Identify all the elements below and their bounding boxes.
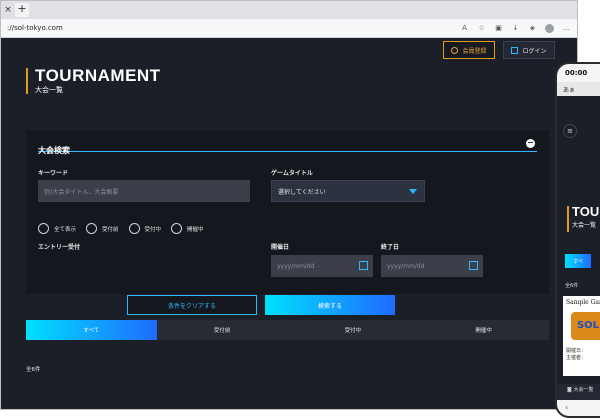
radio-accepting-label: 受付中: [144, 226, 162, 233]
tab-ongoing[interactable]: 開催中: [418, 320, 549, 340]
register-button[interactable]: 会員登録: [443, 41, 495, 59]
phone-url-bar[interactable]: あぁ: [557, 82, 600, 96]
extensions-icon[interactable]: ◈: [528, 24, 537, 33]
tab-accepting[interactable]: 受付中: [288, 320, 419, 340]
end-date-placeholder: yyyy/mm/dd: [387, 262, 425, 270]
phone-browser-nav: ‹: [557, 400, 600, 416]
end-date-label: 終了日: [381, 244, 400, 251]
tournament-logo: SOL: [571, 312, 600, 340]
hamburger-menu-icon[interactable]: ≡: [563, 124, 577, 138]
login-icon: [511, 46, 519, 54]
radio-ongoing-label: 開催中: [187, 226, 204, 233]
phone-tournament-card[interactable]: Sample Gam SOL 開催日： 主催者：: [563, 296, 600, 376]
radio-circle-icon[interactable]: [128, 223, 140, 234]
game-title-select[interactable]: 選択してください: [271, 180, 425, 202]
phone-result-count: 全6件: [565, 283, 579, 289]
read-aloud-icon[interactable]: A: [460, 24, 469, 33]
phone-page-subtitle: 大会一覧: [572, 223, 597, 229]
status-tabs: すべて 受付前 受付中 開催中: [26, 320, 549, 340]
url-text[interactable]: ://sol-tokyo.com: [7, 24, 460, 32]
keyword-input[interactable]: 例)大会タイトル、大会概要: [38, 180, 250, 202]
radio-all[interactable]: 全て表示: [38, 223, 76, 234]
calendar-icon[interactable]: [359, 261, 368, 270]
phone-card-title: Sample Gam: [566, 299, 600, 306]
login-button-label: ログイン: [522, 47, 547, 55]
calendar-icon[interactable]: [469, 261, 478, 270]
start-date-placeholder: yyyy/mm/dd: [277, 262, 315, 270]
register-button-label: 会員登録: [462, 47, 487, 55]
radio-circle-icon[interactable]: [171, 223, 183, 234]
site-content: 会員登録 ログイン TOURNAMENT 大会一覧 大会検索 − キーワード 例…: [1, 38, 577, 409]
search-panel: 大会検索 − キーワード 例)大会タイトル、大会概要 ゲームタイトル 選択してく…: [26, 130, 549, 315]
end-date-input[interactable]: yyyy/mm/dd: [381, 255, 483, 277]
profile-avatar-icon[interactable]: [545, 23, 554, 33]
user-icon: [451, 46, 459, 54]
address-bar: ://sol-tokyo.com A ☆ ▣ ↓ ◈ …: [1, 19, 577, 38]
chevron-down-icon: [409, 189, 417, 194]
phone-status-time: 00:00: [557, 64, 600, 82]
radio-circle-icon[interactable]: [86, 223, 98, 234]
tab-before[interactable]: 受付前: [157, 320, 288, 340]
radio-accepting[interactable]: 受付中: [128, 223, 162, 234]
page-heading: TOURNAMENT 大会一覧: [26, 66, 161, 94]
clear-conditions-button[interactable]: 条件をクリアする: [127, 295, 257, 315]
screenshot-stage: × + ://sol-tokyo.com A ☆ ▣ ↓ ◈ … 会員登録 ログ…: [0, 0, 600, 420]
collections-icon[interactable]: ▣: [494, 24, 503, 33]
more-menu-icon[interactable]: …: [562, 24, 571, 33]
browser-tab-strip: × +: [1, 1, 577, 19]
top-navigation: 会員登録 ログイン: [443, 41, 555, 59]
radio-before[interactable]: 受付前: [86, 223, 119, 234]
back-arrow-icon[interactable]: ‹: [565, 403, 568, 412]
collapse-icon[interactable]: −: [526, 139, 535, 148]
tab-all[interactable]: すべて: [26, 320, 157, 340]
search-button[interactable]: 検索する: [265, 295, 395, 315]
phone-card-meta: 開催日： 主催者：: [566, 348, 586, 362]
phone-card-date-label: 開催日：: [566, 348, 587, 354]
phone-mockup: 00:00 あぁ ≡ TOUR 大会一覧 すべ 全6件 Sample Gam S…: [555, 62, 600, 418]
phone-site-content: ≡ TOUR 大会一覧 すべ 全6件 Sample Gam SOL 開催日： 主…: [557, 96, 600, 384]
result-count: 全6件: [26, 367, 41, 373]
new-tab-button[interactable]: +: [15, 3, 29, 17]
start-date-input[interactable]: yyyy/mm/dd: [271, 255, 373, 277]
favorite-star-icon[interactable]: ☆: [477, 24, 486, 33]
radio-all-label: 全て表示: [54, 226, 77, 233]
phone-bottom-nav: ◙ 大会一覧: [557, 384, 600, 400]
search-panel-header: 大会検索 −: [38, 138, 537, 155]
entry-status-label: エントリー受付: [38, 244, 81, 251]
radio-before-label: 受付前: [102, 226, 119, 233]
search-panel-title: 大会検索: [38, 146, 70, 155]
start-date-label: 開催日: [271, 244, 290, 251]
radio-ongoing[interactable]: 開催中: [171, 223, 204, 234]
tab-close-icon[interactable]: ×: [3, 5, 13, 15]
phone-card-organizer-label: 主催者：: [566, 355, 587, 361]
phone-bottom-label[interactable]: 大会一覧: [573, 387, 593, 393]
page-subtitle: 大会一覧: [35, 86, 63, 94]
keyword-label: キーワード: [38, 170, 69, 177]
browser-window: × + ://sol-tokyo.com A ☆ ▣ ↓ ◈ … 会員登録 ログ…: [0, 0, 578, 410]
gamepad-icon[interactable]: ◙: [567, 387, 572, 393]
phone-tab-all[interactable]: すべ: [565, 254, 591, 268]
phone-page-title: TOUR 大会一覧: [567, 204, 600, 232]
phone-title-text: TOUR: [572, 204, 600, 219]
game-title-select-value: 選択してください: [278, 188, 326, 196]
radio-circle-icon[interactable]: [38, 223, 49, 234]
page-title: TOURNAMENT: [35, 66, 161, 85]
game-title-label: ゲームタイトル: [271, 170, 313, 177]
download-icon[interactable]: ↓: [511, 24, 520, 33]
browser-toolbar-icons: A ☆ ▣ ↓ ◈ …: [460, 23, 571, 33]
entry-status-radios: 全て表示 受付前 受付中 開催中: [38, 223, 204, 234]
login-button[interactable]: ログイン: [503, 41, 555, 59]
